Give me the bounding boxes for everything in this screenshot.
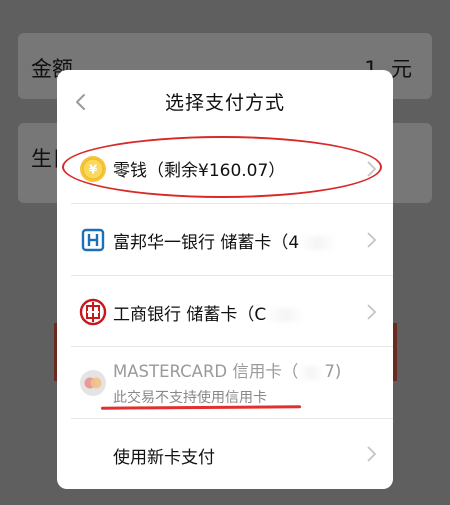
- dialog-header: 选择支付方式: [57, 70, 393, 133]
- icbc-bank-label: 工商银行 储蓄卡（C: [113, 300, 305, 325]
- annotation-circle: [62, 136, 382, 198]
- fubon-bank-icon: [81, 228, 105, 252]
- chevron-right-icon: [367, 446, 377, 462]
- payment-method-dialog: 选择支付方式 ¥ 零钱（剩余¥160.07） 富邦华一银行 储蓄卡（4 工商银行…: [57, 70, 393, 489]
- dialog-title: 选择支付方式: [164, 92, 285, 114]
- credit-card-not-supported-note: 此交易不支持使用信用卡: [113, 390, 267, 406]
- new-card-label: 使用新卡支付: [113, 448, 215, 468]
- payment-option-icbc-bank[interactable]: 工商银行 储蓄卡（C: [57, 276, 393, 347]
- payment-option-new-card[interactable]: 使用新卡支付: [57, 419, 393, 489]
- icbc-bank-icon: [79, 298, 107, 326]
- payment-option-fubon-bank[interactable]: 富邦华一银行 储蓄卡（4: [57, 204, 393, 276]
- mastercard-label: MASTERCARD 信用卡（ 7): [113, 362, 342, 381]
- mastercard-icon: [80, 370, 106, 396]
- chevron-right-icon: [367, 232, 377, 248]
- chevron-right-icon: [367, 304, 377, 320]
- fubon-bank-label: 富邦华一银行 储蓄卡（4: [113, 228, 338, 253]
